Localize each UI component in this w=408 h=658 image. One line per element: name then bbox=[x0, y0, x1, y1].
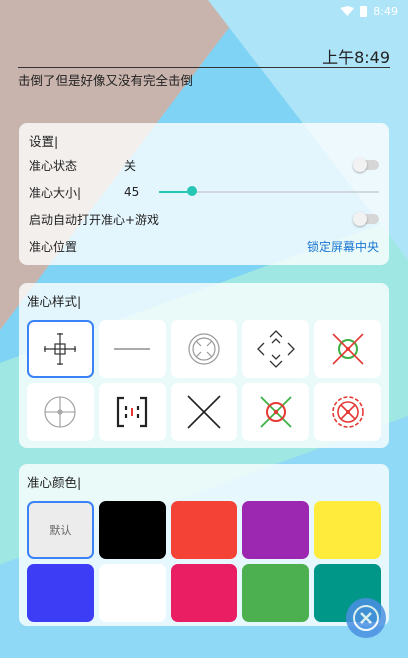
crosshair-styles-card: 准心样式| bbox=[19, 283, 389, 448]
style-option[interactable] bbox=[27, 383, 94, 441]
color-swatch[interactable] bbox=[170, 501, 238, 559]
lock-center-link[interactable]: 锁定屏幕中央 bbox=[307, 238, 379, 255]
color-swatch[interactable] bbox=[98, 564, 166, 622]
color-swatch[interactable] bbox=[242, 564, 310, 622]
row-label: 准心大小| bbox=[29, 185, 82, 200]
bracket-box-icon bbox=[117, 396, 148, 428]
row-value: 关 bbox=[124, 158, 137, 173]
red-gear-icon bbox=[331, 396, 364, 428]
diamond-corners-icon bbox=[256, 330, 295, 368]
divider bbox=[18, 67, 390, 68]
color-swatch[interactable] bbox=[170, 564, 238, 622]
circle-cross-icon bbox=[44, 396, 76, 428]
row-label: 启动自动打开准心+游戏 bbox=[29, 212, 160, 227]
style-option[interactable] bbox=[27, 320, 94, 378]
slider-knob[interactable] bbox=[187, 186, 197, 196]
row-label: 准心状态 bbox=[29, 158, 78, 173]
status-bar: 8:49 bbox=[0, 0, 408, 22]
colors-title: 准心颜色| bbox=[27, 475, 82, 490]
style-option[interactable] bbox=[242, 320, 310, 378]
row-label: 准心位置 bbox=[29, 239, 78, 254]
style-option[interactable] bbox=[170, 383, 238, 441]
row-crosshair-state: 准心状态 关 bbox=[29, 153, 379, 177]
battery-icon bbox=[360, 5, 368, 17]
crosshair-size-slider[interactable] bbox=[159, 186, 379, 196]
color-swatch-default[interactable]: 默认 bbox=[27, 501, 94, 559]
color-swatch[interactable] bbox=[242, 501, 310, 559]
style-option[interactable] bbox=[314, 320, 381, 378]
headline: 击倒了但是好像又没有完全击倒 bbox=[18, 73, 194, 88]
horizontal-line-icon bbox=[114, 348, 151, 350]
color-swatch[interactable] bbox=[27, 564, 94, 622]
color-swatch[interactable] bbox=[314, 501, 381, 559]
style-option[interactable] bbox=[98, 383, 166, 441]
green-circle-red-x-icon bbox=[260, 396, 292, 428]
colors-grid: 默认 bbox=[27, 501, 381, 622]
row-auto-start: 启动自动打开准心+游戏 bbox=[29, 207, 379, 231]
settings-card: 设置| 准心状态 关 准心大小| 45 启动自动打开准心+游戏 准心位置 锁定屏… bbox=[19, 123, 389, 265]
color-swatch[interactable] bbox=[98, 501, 166, 559]
circle-x-icon bbox=[188, 333, 220, 365]
crosshair-arrows-icon bbox=[44, 333, 77, 365]
status-time: 8:49 bbox=[373, 4, 398, 18]
styles-title: 准心样式| bbox=[27, 294, 82, 309]
styles-grid bbox=[27, 320, 381, 441]
style-option[interactable] bbox=[98, 320, 166, 378]
settings-title: 设置| bbox=[29, 134, 59, 149]
close-icon bbox=[353, 605, 379, 631]
row-crosshair-size: 准心大小| 45 bbox=[29, 180, 379, 204]
close-fab-button[interactable] bbox=[346, 598, 386, 638]
style-option[interactable] bbox=[314, 383, 381, 441]
row-value: 45 bbox=[124, 185, 140, 199]
style-option[interactable] bbox=[170, 320, 238, 378]
row-crosshair-position: 准心位置 锁定屏幕中央 bbox=[29, 234, 379, 258]
wifi-icon bbox=[340, 6, 355, 16]
big-x-icon bbox=[187, 395, 221, 429]
auto-start-toggle[interactable] bbox=[353, 212, 379, 226]
style-option[interactable] bbox=[242, 383, 310, 441]
crosshair-state-toggle[interactable] bbox=[353, 158, 379, 172]
crosshair-colors-card: 准心颜色| 默认 bbox=[19, 464, 389, 626]
red-x-green-circle-icon bbox=[332, 333, 364, 365]
clock-time: 上午8:49 bbox=[322, 48, 390, 67]
